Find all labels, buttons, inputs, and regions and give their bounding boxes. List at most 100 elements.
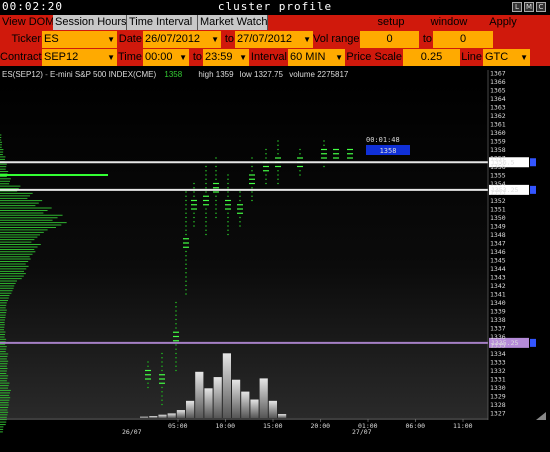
volume-bar [158,414,167,418]
cluster-mark [185,272,187,274]
line-select[interactable]: GTC ▼ [483,49,530,66]
window-title: cluster profile [217,0,333,13]
window-button-m[interactable]: M [524,2,534,12]
y-tick-label: 1359 [490,137,506,145]
interval-select[interactable]: 60 MIN ▼ [288,49,345,66]
y-tick-label: 1356 [490,163,506,171]
cluster-mark [227,174,229,176]
tab-view-dom[interactable]: View DOM [0,15,54,30]
setup-button[interactable]: setup [362,15,420,30]
line-label: Line [461,51,482,63]
y-tick-label: 1365 [490,86,506,94]
cluster-mark [239,199,241,202]
cluster-mark [347,153,353,155]
cluster-mark [265,153,267,155]
y-tick-label: 1350 [490,214,506,222]
contract-select[interactable]: SEP12 ▼ [42,49,117,66]
time-label: Time [118,51,143,63]
price-line-marker [530,158,536,167]
cluster-mark [183,238,189,240]
cluster-mark [205,174,207,176]
price-scale-input[interactable]: 0.25 [403,49,460,66]
ticker-select[interactable]: ES ▼ [42,31,117,48]
vol-to-label: to [422,33,432,45]
cluster-mark [239,195,241,197]
contract-label: Contract [0,51,42,63]
y-tick-label: 1339 [490,307,506,315]
cluster-mark [299,148,301,151]
cluster-mark [299,170,301,172]
cluster-mark [185,276,187,278]
cluster-mark [215,170,217,172]
cluster-mark [193,182,195,185]
date-to-label: to [224,33,234,45]
cluster-mark [185,229,187,231]
y-tick-label: 1338 [490,316,506,324]
cluster-mark [185,221,187,223]
cluster-mark [205,170,207,172]
cluster-mark [239,225,241,227]
cluster-mark [251,157,253,159]
cluster-mark [185,293,187,295]
date-from-select[interactable]: 26/07/2012 ▼ [143,31,221,48]
price-line-marker [530,338,536,347]
y-tick-label: 1337 [490,324,506,332]
interval-value: 60 MIN [290,51,326,63]
vol-to-input[interactable]: 0 [433,31,493,48]
cluster-mark [251,199,253,202]
cluster-mark [215,204,217,206]
cluster-mark [175,310,177,312]
window-button-c[interactable]: C [536,2,546,12]
cluster-mark [277,148,279,151]
cluster-mark [205,178,207,180]
cluster-mark [185,208,187,210]
tab-time-interval[interactable]: Time Interval [127,15,198,30]
cluster-mark [185,233,187,236]
cluster-mark [147,361,149,363]
cluster-mark [251,165,253,168]
time-from-select[interactable]: 00:00 ▼ [143,49,189,66]
cluster-mark [277,178,279,180]
cluster-mark [227,191,229,193]
cluster-mark [193,216,195,219]
countdown-timer: 00:01:48 [366,136,400,144]
line-value: GTC [485,51,509,63]
cluster-mark [215,195,217,197]
cluster-mark [145,369,151,372]
tab-market-watch[interactable]: Market Watch [198,15,268,30]
y-tick-label: 1352 [490,197,506,205]
window-button[interactable]: window [420,15,478,30]
cluster-mark [161,386,163,389]
cluster-mark [185,255,187,257]
price-scale-label: Price Scale [346,51,402,63]
vol-from-input[interactable]: 0 [360,31,419,48]
time-to-select[interactable]: 23:59 ▼ [203,49,249,66]
cluster-mark [161,399,163,401]
y-tick-label: 1335 [490,341,506,349]
cluster-profile-chart[interactable]: 1356.51353.251335.25 1367136613651364136… [0,66,550,452]
cluster-mark [159,378,165,380]
tab-session-hours[interactable]: Session Hours [53,15,127,30]
apply-button[interactable]: Apply [478,15,528,30]
resize-grip-icon[interactable] [536,412,546,420]
volume-bar [278,414,287,418]
cluster-mark [183,246,189,248]
x-tick-label: 20:00 [311,422,331,430]
cluster-mark [193,212,195,214]
cluster-mark [249,174,255,176]
cluster-mark [203,195,209,197]
cluster-mark [185,199,187,202]
cluster-mark [175,318,177,321]
cluster-mark [213,182,219,185]
volume-bar [140,416,149,418]
cluster-mark [227,225,229,227]
cluster-mark [215,174,217,176]
window-button-l[interactable]: L [512,2,522,12]
y-tick-label: 1357 [490,154,506,162]
current-price-label: 1358 [380,147,397,155]
y-tick-label: 1367 [490,69,506,77]
date-to-value: 27/07/2012 [237,33,293,45]
y-tick-label: 1347 [490,239,506,247]
date-to-select[interactable]: 27/07/2012 ▼ [235,31,313,48]
x-tick-label: 05:00 [168,422,188,430]
